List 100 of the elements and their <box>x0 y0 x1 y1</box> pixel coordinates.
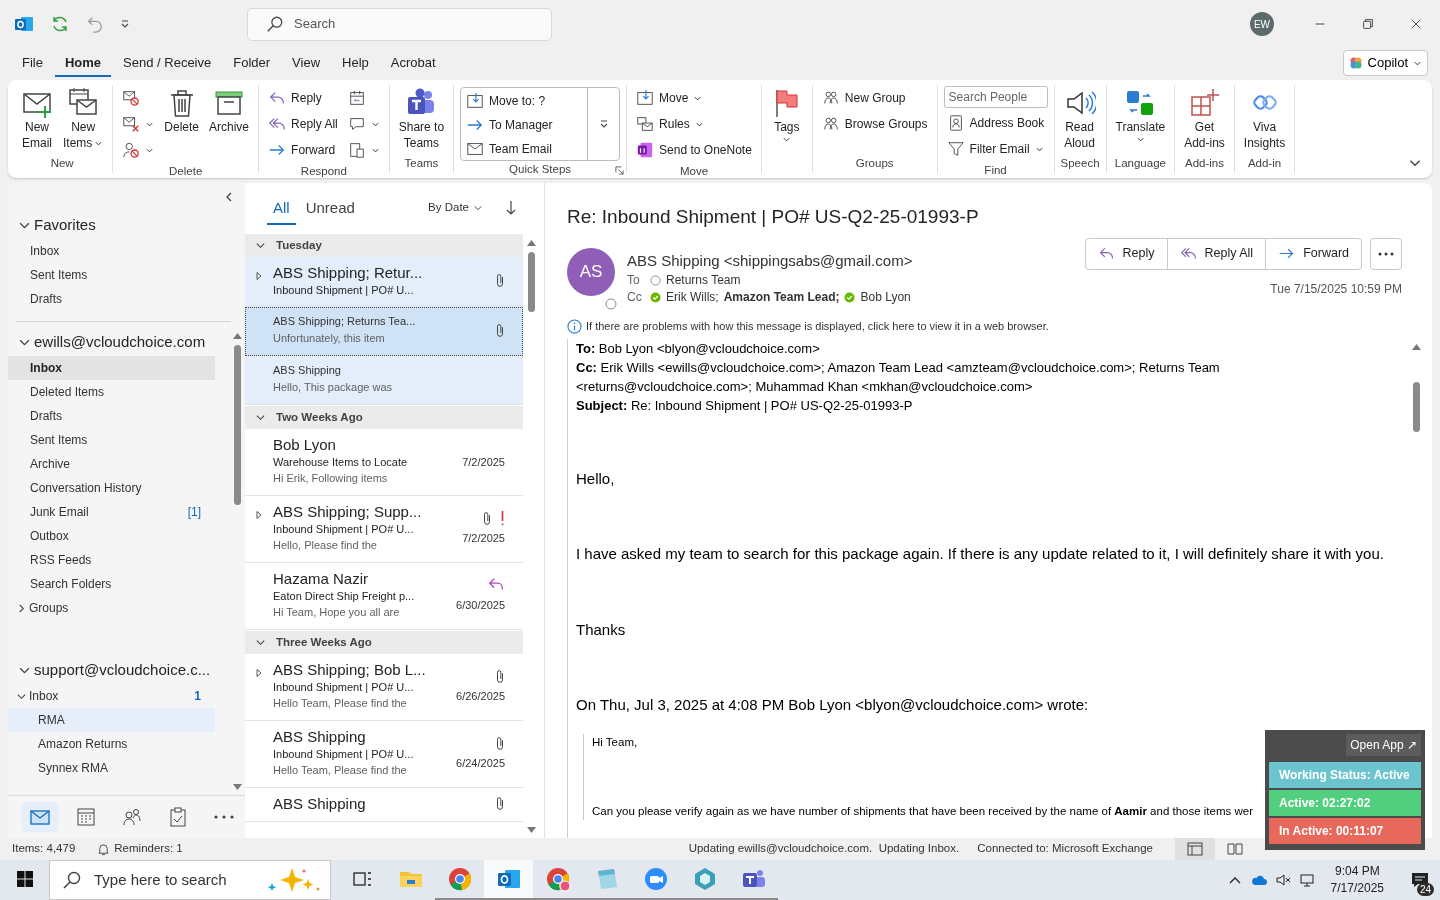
ribbon-button[interactable]: Move <box>633 85 755 111</box>
ribbon-button[interactable]: Browse Groups <box>818 111 931 137</box>
email-link[interactable]: mkhan@vcloudchoice.com <box>869 378 1025 394</box>
scrollbar-thumb[interactable] <box>527 252 535 312</box>
clock-time[interactable]: 9:04 PM <box>1334 863 1380 880</box>
arrow-down-icon[interactable] <box>505 200 517 216</box>
menu-tab[interactable]: File <box>12 48 53 78</box>
ribbon-button[interactable]: Reply <box>265 85 341 111</box>
recipient-name[interactable]: Amazon Team Lead; <box>723 289 840 306</box>
search-field[interactable]: Search <box>294 14 551 34</box>
message-item[interactable]: ABS Shipping Hello, This package was <box>245 356 523 405</box>
ribbon-button[interactable]: Read Aloud <box>1060 85 1099 153</box>
menu-tab[interactable]: Send / Receive <box>113 48 222 78</box>
action-button[interactable]: Reply <box>1085 238 1167 269</box>
ribbon-button[interactable]: New Group <box>818 85 931 111</box>
ribbon-button[interactable]: New Email <box>18 85 56 153</box>
folder-item[interactable]: Conversation History <box>8 476 215 500</box>
account-header[interactable]: support@vcloudchoice.c... <box>8 656 229 684</box>
account-header[interactable]: Favorites <box>8 211 245 239</box>
notifications-button[interactable]: 24 <box>1400 860 1440 900</box>
ribbon-button[interactable]: Reply All <box>265 111 341 137</box>
menu-tab[interactable]: Home <box>54 48 112 78</box>
ribbon-button[interactable]: Viva Insights <box>1240 85 1289 153</box>
search-box[interactable]: Search People <box>943 86 1048 108</box>
scrollbar-thumb[interactable] <box>233 345 241 505</box>
email-link[interactable]: returns@vcloudchoice.com <box>583 378 741 394</box>
folder-item[interactable]: Drafts <box>8 287 231 311</box>
folder-item[interactable]: Inbox <box>8 239 231 263</box>
quick-step-button[interactable]: Move to: ? <box>463 89 549 113</box>
folder-item[interactable]: Groups <box>8 596 215 620</box>
group-header[interactable]: Tuesday <box>245 234 523 257</box>
email-link[interactable]: blyon@vcloudchoice.com <box>664 340 813 356</box>
ribbon-button[interactable]: Delete <box>161 85 203 137</box>
message-item[interactable]: ABS Shipping; Returns Tea... Unfortunately, this item <box>245 307 523 356</box>
bell-icon <box>97 842 111 856</box>
folder-item[interactable]: Search Folders <box>8 572 215 596</box>
avatar[interactable]: EW <box>1250 12 1274 36</box>
ribbon-button[interactable]: Filter Email <box>943 136 1048 162</box>
folder-item[interactable]: Deleted Items <box>8 380 215 404</box>
ribbon-button[interactable]: Send to OneNote <box>633 137 755 163</box>
folder-item[interactable]: Amazon Returns <box>8 732 215 756</box>
folder-item[interactable]: Sent Items <box>8 263 231 287</box>
scrollbar-thumb[interactable] <box>1412 381 1420 432</box>
folder-item[interactable]: Drafts <box>8 404 215 428</box>
folder-item[interactable]: Outbox <box>8 524 215 548</box>
action-button[interactable]: Reply All <box>1166 238 1266 269</box>
email-link[interactable]: amzteam@vcloudchoice.com <box>954 359 1125 375</box>
group-header[interactable]: Three Weeks Ago <box>245 631 523 654</box>
ribbon-button[interactable]: Address Book <box>943 110 1048 136</box>
ribbon-button[interactable]: Forward <box>265 137 341 163</box>
taskbar-button[interactable] <box>484 860 533 900</box>
ribbon-button[interactable]: Share to Teams <box>395 85 448 153</box>
email-link[interactable]: blyon@vcloudchoice.com <box>864 696 1035 713</box>
search-box[interactable]: Type here to search <box>49 860 331 900</box>
view-button[interactable] <box>1175 838 1215 860</box>
dialog-launcher-icon[interactable] <box>615 166 625 176</box>
folder-item[interactable]: Junk Email [1] <box>8 500 215 524</box>
filter-tab[interactable]: Unread <box>299 190 361 226</box>
folder-item[interactable]: Synnex RMA <box>8 756 215 780</box>
muted-speaker-icon[interactable] <box>1274 872 1291 888</box>
preview-text: Hello Team, Please find the <box>273 696 408 711</box>
copilot-button[interactable]: Copilot <box>1342 50 1428 76</box>
clock-date[interactable]: 7/17/2025 <box>1330 880 1384 897</box>
ribbon-button[interactable]: Rules <box>633 111 755 137</box>
network-icon[interactable] <box>1298 872 1315 888</box>
folder-item[interactable]: Inbox <box>8 356 215 380</box>
quick-step-button[interactable]: Team Email <box>463 137 555 161</box>
folder-item[interactable]: Inbox 1 <box>8 684 215 708</box>
ribbon-button[interactable]: Get Add-ins <box>1181 85 1228 153</box>
search-box[interactable]: Search <box>247 7 552 41</box>
ribbon-button[interactable]: Translate <box>1112 85 1169 146</box>
info-message[interactable]: If there are problems with how this message is displayed, click here to view it in a web browser. <box>586 318 1049 335</box>
account-header[interactable]: ewills@vcloudchoice.com <box>8 328 229 356</box>
quick-step-button[interactable]: To Manager <box>463 113 556 137</box>
folder-item[interactable]: RMA <box>8 708 215 732</box>
open-app-button[interactable]: Open App ↗ <box>1346 734 1421 756</box>
action-button[interactable]: Forward <box>1265 238 1361 269</box>
group-header[interactable]: Two Weeks Ago <box>245 406 523 429</box>
folder-item[interactable]: Sent Items <box>8 428 215 452</box>
email-link[interactable]: ewills@vcloudchoice.com <box>665 359 814 375</box>
filter-tab[interactable]: All <box>267 190 296 226</box>
folder-item[interactable]: Archive <box>8 452 215 476</box>
menu-tab[interactable]: Help <box>332 48 379 78</box>
search-field[interactable]: Type here to search <box>94 868 254 892</box>
ribbon-button[interactable]: Archive <box>206 85 253 137</box>
recipient-name[interactable]: Returns Team <box>666 272 741 289</box>
group-label: Language <box>1114 156 1166 172</box>
sort-button[interactable]: By Date <box>422 198 489 218</box>
recipient-name[interactable]: Erik Wills; <box>666 289 719 306</box>
menu-tab[interactable]: Acrobat <box>380 48 446 78</box>
ribbon-button[interactable]: New Items <box>60 85 107 153</box>
more-button[interactable] <box>1370 237 1402 270</box>
message-item[interactable]: ABS Shipping; Retur... Inbound Shipment | PO# U... <box>245 257 523 307</box>
ribbon-button[interactable]: Tags <box>767 85 806 146</box>
menu-tab[interactable]: View <box>282 48 331 78</box>
folder-item[interactable]: RSS Feeds <box>8 548 215 572</box>
recipient-name[interactable]: Bob Lyon <box>860 289 911 306</box>
search-field[interactable]: Search People <box>948 88 1043 106</box>
nav-button[interactable] <box>22 802 58 832</box>
menu-tab[interactable]: Folder <box>223 48 281 78</box>
